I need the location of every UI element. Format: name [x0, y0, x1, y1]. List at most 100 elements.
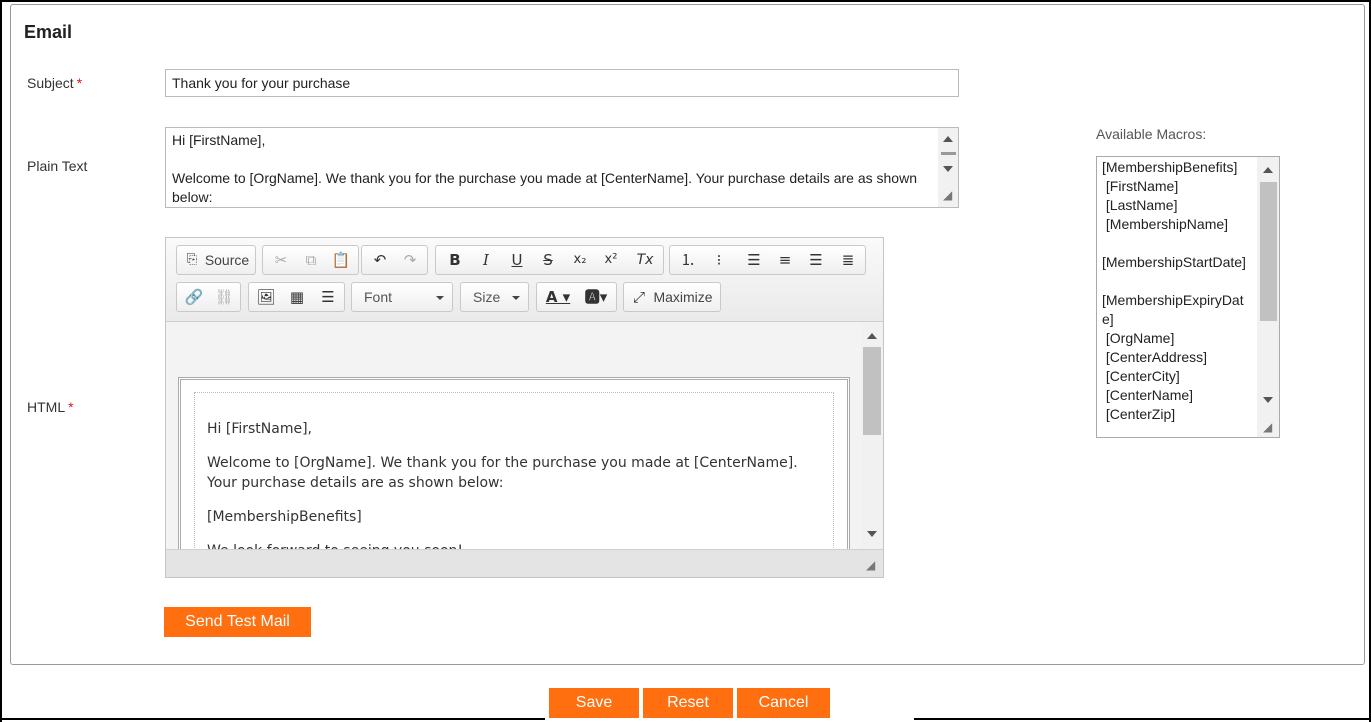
reset-button[interactable]: Reset [643, 688, 733, 718]
bullet-list-icon[interactable]: ⁝ [705, 249, 733, 271]
macros-scrollbar[interactable]: ◢ [1257, 157, 1279, 437]
color-group: A ▾ 🅰▾ [536, 282, 617, 312]
font-select[interactable]: Font [351, 282, 453, 312]
subject-label-text: Subject [27, 75, 74, 91]
unlink-icon[interactable]: ⛓ [210, 286, 238, 308]
scroll-thumb[interactable] [1260, 182, 1277, 321]
source-icon: ⎘ [186, 252, 198, 267]
align-center-icon[interactable]: ≡ [771, 249, 799, 271]
maximize-label: Maximize [653, 289, 713, 305]
paragraph-group: ⒈ ⁝ ☰ ≡ ☰ ≣ [669, 245, 866, 275]
html-editor: ⎘ Source ✂ ⧉ 📋 ↶ ↷ B I U S x₂ x² Tx ⒈ ⁝ … [165, 237, 884, 578]
resize-grip-icon[interactable]: ◢ [866, 558, 875, 572]
macro-item[interactable]: [MembershipName] [1102, 215, 1252, 234]
body-paragraph: Welcome to [OrgName]. We thank you for t… [207, 455, 798, 491]
scroll-down-icon[interactable] [943, 166, 953, 172]
chevron-down-icon [512, 296, 520, 300]
html-label: HTML * [27, 399, 74, 415]
macro-item[interactable] [1102, 272, 1252, 291]
macros-label: Available Macros: [1096, 126, 1207, 142]
history-group: ↶ ↷ [361, 245, 428, 275]
image-icon[interactable]: 🖼 [252, 286, 280, 308]
document-frame: Hi [FirstName], Welcome to [OrgName]. We… [178, 377, 850, 549]
size-select-label: Size [473, 289, 501, 305]
plain-text-content: Hi [FirstName], Welcome to [OrgName]. We… [172, 132, 917, 205]
macro-item[interactable]: [CenterCity] [1102, 367, 1252, 386]
scroll-down-icon[interactable] [867, 531, 877, 537]
copy-icon[interactable]: ⧉ [298, 249, 324, 271]
scroll-up-icon[interactable] [1263, 167, 1273, 173]
resize-grip-icon[interactable]: ◢ [1263, 420, 1272, 434]
strikethrough-icon[interactable]: S [534, 249, 562, 271]
macro-item[interactable]: [CenterAddress] [1102, 348, 1252, 367]
scroll-down-icon[interactable] [1263, 397, 1273, 403]
html-label-text: HTML [27, 399, 66, 415]
closing-paragraph: We look forward to seeing you soon! [207, 541, 821, 549]
macros-list: [MembershipBenefits] [FirstName] [LastNa… [1102, 158, 1252, 424]
required-marker: * [76, 75, 83, 91]
cancel-button[interactable]: Cancel [737, 688, 830, 718]
source-button[interactable]: ⎘ Source [176, 245, 256, 275]
superscript-icon[interactable]: x² [597, 249, 625, 271]
macros-list-box[interactable]: [MembershipBenefits] [FirstName] [LastNa… [1096, 156, 1280, 438]
editor-toolbar: ⎘ Source ✂ ⧉ 📋 ↶ ↷ B I U S x₂ x² Tx ⒈ ⁝ … [166, 238, 883, 322]
underline-icon[interactable]: U [503, 249, 531, 271]
cut-icon[interactable]: ✂ [268, 249, 294, 271]
greeting-line: Hi [FirstName], [207, 421, 313, 437]
scroll-up-icon[interactable] [867, 333, 877, 339]
macro-paragraph: [MembershipBenefits] [207, 509, 362, 525]
plain-text-label: Plain Text [27, 158, 88, 174]
macro-item[interactable]: [CenterZip] [1102, 405, 1252, 424]
maximize-icon: ⤢ [632, 288, 645, 306]
editor-scrollbar[interactable] [861, 323, 883, 549]
subscript-icon[interactable]: x₂ [566, 249, 594, 271]
required-marker: * [68, 399, 74, 415]
macro-item[interactable]: [CenterName] [1102, 386, 1252, 405]
send-test-mail-button[interactable]: Send Test Mail [164, 607, 311, 637]
divider [914, 718, 1371, 720]
plain-text-area[interactable]: Hi [FirstName], Welcome to [OrgName]. We… [165, 127, 959, 208]
clipboard-group: ✂ ⧉ 📋 [262, 245, 359, 275]
subject-label: Subject * [27, 75, 82, 91]
align-left-icon[interactable]: ☰ [740, 249, 768, 271]
size-select[interactable]: Size [460, 282, 529, 312]
macro-item[interactable]: [LastName] [1102, 196, 1252, 215]
insert-group: 🖼 ▦ ☰ [248, 282, 345, 312]
text-color-icon[interactable]: A ▾ [541, 286, 575, 308]
divider [0, 718, 545, 720]
bold-icon[interactable]: B [441, 249, 469, 271]
background-color-icon[interactable]: 🅰▾ [579, 286, 613, 308]
plain-text-scrollbar[interactable]: ◢ [938, 128, 958, 207]
section-title: Email [24, 22, 73, 42]
source-label: Source [204, 252, 250, 268]
align-right-icon[interactable]: ☰ [802, 249, 830, 271]
remove-format-icon[interactable]: Tx [630, 249, 660, 271]
save-button[interactable]: Save [549, 688, 639, 718]
font-select-label: Font [364, 289, 393, 305]
undo-icon[interactable]: ↶ [366, 249, 394, 271]
italic-icon[interactable]: I [472, 249, 500, 271]
chevron-down-icon [436, 296, 444, 300]
numbered-list-icon[interactable]: ⒈ [674, 249, 702, 271]
redo-icon[interactable]: ↷ [396, 249, 424, 271]
link-group: 🔗 ⛓ [176, 282, 241, 312]
scroll-up-icon[interactable] [943, 136, 953, 142]
macro-item[interactable]: [OrgName] [1102, 329, 1252, 348]
subject-input[interactable] [165, 69, 959, 97]
paste-icon[interactable]: 📋 [328, 249, 354, 271]
justify-icon[interactable]: ≣ [834, 249, 862, 271]
editor-content-area[interactable]: Hi [FirstName], Welcome to [OrgName]. We… [166, 323, 861, 549]
macro-item[interactable]: [MembershipStartDate] [1102, 253, 1252, 272]
macro-item[interactable]: [MembershipExpiryDate] [1102, 291, 1252, 329]
maximize-button[interactable]: ⤢ Maximize [623, 282, 721, 312]
resize-grip-icon[interactable]: ◢ [943, 188, 952, 202]
macro-item[interactable]: [FirstName] [1102, 177, 1252, 196]
scroll-thumb[interactable] [863, 347, 881, 435]
macro-item[interactable] [1102, 234, 1252, 253]
macro-item[interactable]: [MembershipBenefits] [1102, 158, 1252, 177]
table-icon[interactable]: ▦ [283, 286, 311, 308]
horizontal-line-icon[interactable]: ☰ [314, 286, 342, 308]
scroll-thumb[interactable] [941, 152, 956, 155]
document-body[interactable]: Hi [FirstName], Welcome to [OrgName]. We… [194, 392, 834, 549]
link-icon[interactable]: 🔗 [180, 286, 208, 308]
